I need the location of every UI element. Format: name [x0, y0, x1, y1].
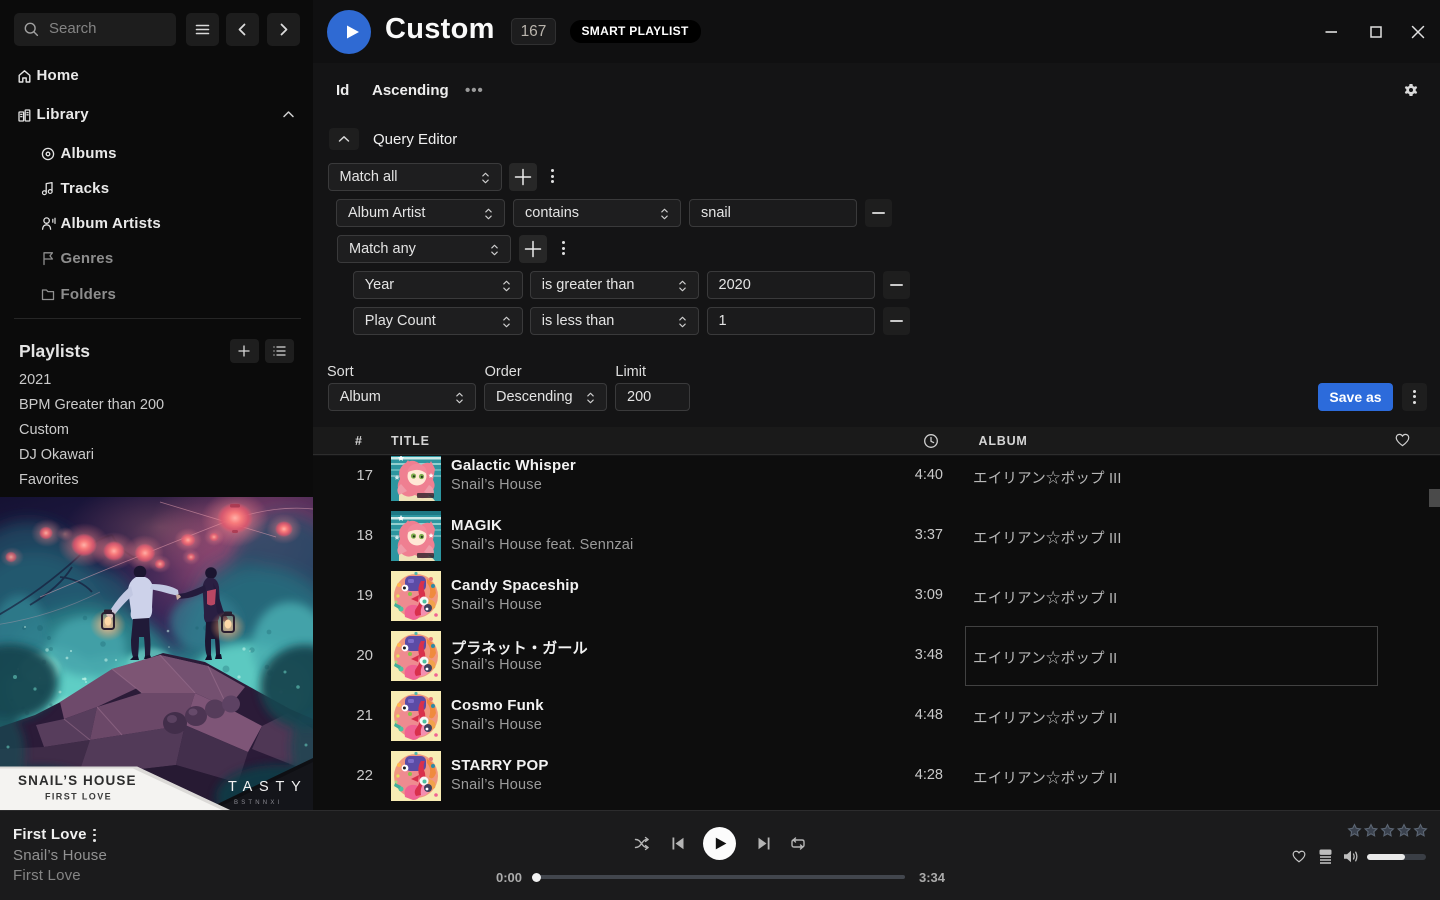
svg-text:SNAIL’S HOUSE: SNAIL’S HOUSE — [18, 773, 137, 788]
svg-text:FIRST LOVE: FIRST LOVE — [45, 792, 112, 802]
svg-text:BSTNNXI: BSTNNXI — [234, 800, 282, 806]
svg-text:TASTY: TASTY — [228, 779, 308, 795]
